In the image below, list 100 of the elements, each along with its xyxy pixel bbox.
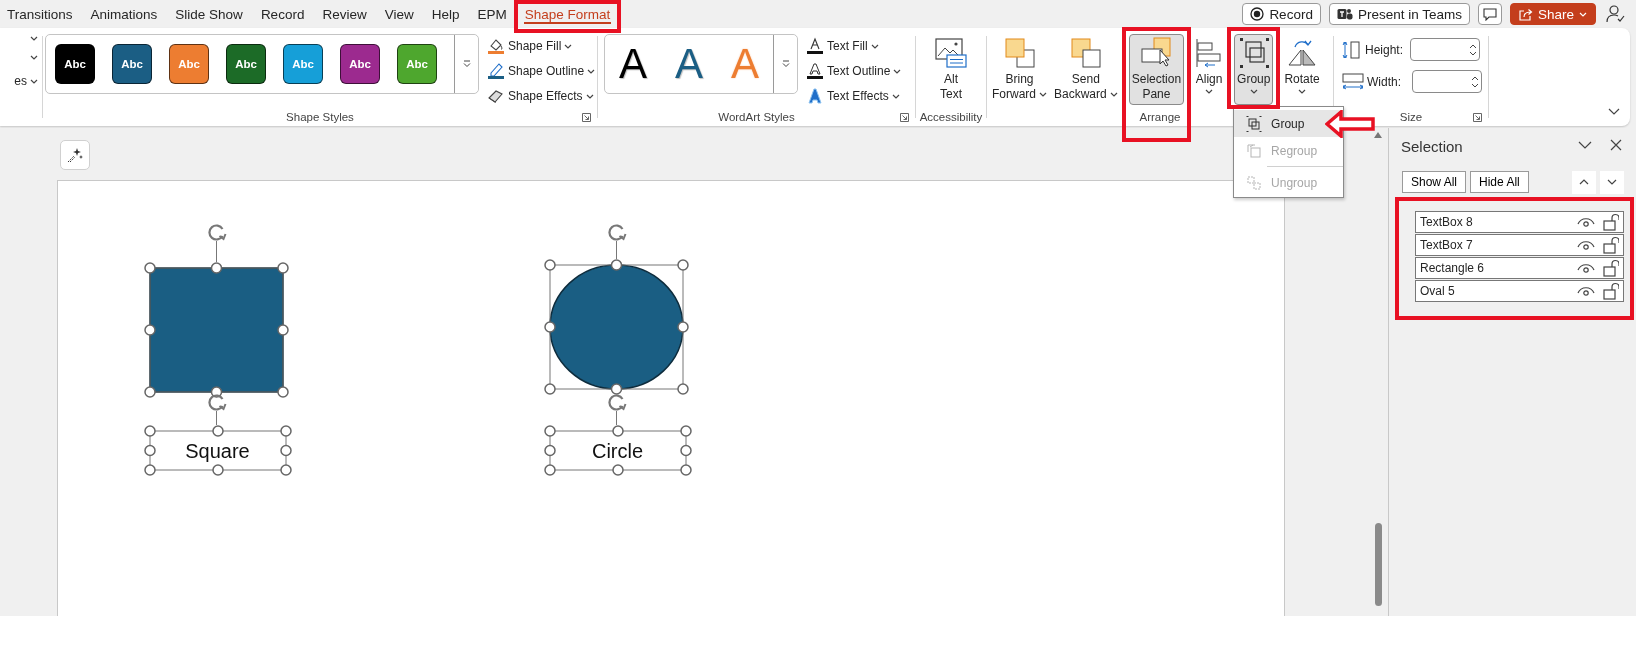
- send-backward-icon: [1069, 37, 1102, 69]
- dialog-launcher-icon: [1473, 112, 1482, 122]
- caret-icon: [30, 55, 38, 60]
- paint-bucket-icon: [487, 37, 505, 55]
- align-icon: [1195, 37, 1224, 69]
- caret-icon: [585, 93, 594, 99]
- bring-forward-button[interactable]: Bring Forward: [989, 34, 1050, 105]
- dialog-launcher-icon: [900, 112, 909, 122]
- comments-button[interactable]: [1477, 3, 1502, 25]
- caret-icon: [1205, 89, 1214, 95]
- show-all-button[interactable]: Show All: [1402, 171, 1467, 193]
- people-icon: [1336, 7, 1353, 21]
- wordart-preset[interactable]: A: [605, 39, 661, 89]
- text-fill-button[interactable]: Text Fill: [804, 35, 904, 57]
- text-effects-icon: [806, 87, 824, 105]
- expand-icon: [462, 60, 471, 68]
- selection-pane-button[interactable]: Selection Pane: [1128, 34, 1185, 105]
- caret-icon: [1298, 89, 1307, 95]
- ribbon-tab[interactable]: Transitions: [0, 0, 82, 28]
- hide-all-button[interactable]: Hide All: [1470, 171, 1529, 193]
- send-backward-button[interactable]: Send Backward: [1051, 34, 1121, 105]
- shape-effects-button[interactable]: Shape Effects: [485, 85, 598, 107]
- ribbon-tab[interactable]: View: [375, 0, 423, 28]
- text-effects-button[interactable]: Text Effects: [804, 85, 904, 107]
- selection-item[interactable]: Oval 5: [1415, 280, 1624, 302]
- group-label: Accessibility: [919, 111, 983, 123]
- unlocked-icon: [1603, 236, 1619, 254]
- group-label: WordArt Styles: [718, 111, 795, 123]
- rotate-handle[interactable]: [208, 394, 227, 426]
- shape-style-preset[interactable]: Abc: [226, 44, 266, 84]
- close-button[interactable]: [1610, 139, 1622, 151]
- unlocked-icon: [1603, 282, 1619, 300]
- rotate-button[interactable]: Rotate: [1281, 34, 1323, 105]
- clipped-label: es: [14, 74, 27, 88]
- scroll-up-icon: [1374, 132, 1382, 138]
- ribbon-tab[interactable]: Animations: [81, 0, 167, 28]
- caret-icon: [30, 78, 38, 84]
- caret-icon: [870, 43, 879, 49]
- rotate-handle[interactable]: [608, 224, 627, 260]
- group-label: Arrange: [1139, 111, 1181, 123]
- sparkle-wand-icon: [67, 147, 83, 163]
- chevron-down-icon: [1607, 179, 1617, 185]
- selection-pane-icon: [1140, 37, 1173, 69]
- ribbon-tab[interactable]: Help: [422, 0, 469, 28]
- record-icon: [1250, 7, 1265, 21]
- shape-style-preset[interactable]: Abc: [112, 44, 152, 84]
- share-button[interactable]: Share: [1509, 3, 1596, 25]
- caret-icon: [893, 68, 902, 74]
- ribbon-tab[interactable]: EPM: [468, 0, 516, 28]
- close-icon: [1610, 139, 1622, 151]
- text-outline-button[interactable]: Text Outline: [804, 60, 904, 82]
- height-field[interactable]: [1410, 38, 1480, 61]
- selection-item[interactable]: TextBox 8: [1415, 211, 1624, 233]
- caret-icon: [587, 68, 596, 74]
- selection-item[interactable]: Rectangle 6: [1415, 257, 1624, 279]
- unlocked-icon: [1603, 213, 1619, 231]
- comment-icon: [1482, 7, 1497, 21]
- gallery-more-button[interactable]: [773, 35, 797, 93]
- shape-style-preset[interactable]: Abc: [340, 44, 380, 84]
- height-icon: [1342, 40, 1362, 59]
- person-icon: [1606, 4, 1626, 24]
- scrollbar-thumb[interactable]: [1374, 523, 1382, 606]
- pencil-icon: [487, 62, 505, 80]
- pane-options-button[interactable]: [1578, 141, 1592, 149]
- alt-text-button[interactable]: Alt Text: [931, 34, 971, 105]
- caret-icon: [1249, 89, 1258, 95]
- field-label: Height:: [1365, 42, 1405, 57]
- caret-icon: [30, 36, 38, 41]
- present-in-teams-button[interactable]: Present in Teams: [1328, 3, 1470, 25]
- gallery-more-button[interactable]: [454, 35, 478, 93]
- unlocked-icon: [1603, 259, 1619, 277]
- align-button[interactable]: Align: [1192, 34, 1227, 105]
- group-button[interactable]: Group: [1234, 34, 1274, 105]
- caret-icon: [891, 93, 900, 99]
- record-button[interactable]: Record: [1242, 3, 1321, 25]
- ribbon-tab[interactable]: Record: [251, 0, 314, 28]
- shape-outline-button[interactable]: Shape Outline: [485, 60, 598, 82]
- rotate-handle[interactable]: [208, 224, 227, 263]
- regroup-icon: [1246, 142, 1263, 159]
- selection-item[interactable]: TextBox 7: [1415, 234, 1624, 256]
- ribbon-tab[interactable]: Slide Show: [166, 0, 252, 28]
- width-field[interactable]: [1412, 70, 1482, 93]
- eye-icon: [1577, 216, 1595, 228]
- resize-handles[interactable]: [144, 425, 292, 476]
- bring-forward-icon: [1003, 37, 1036, 69]
- group-icon: [1237, 37, 1270, 69]
- ribbon-tab[interactable]: Review: [313, 0, 376, 28]
- caption-text: Circle: [591, 440, 644, 462]
- caret-icon: [564, 43, 573, 49]
- group-label: Size: [1399, 111, 1423, 123]
- text-outline-icon: [806, 62, 824, 80]
- eye-icon: [1577, 262, 1595, 274]
- resize-handles[interactable]: [544, 425, 692, 476]
- shape-style-preset[interactable]: Abc: [55, 44, 95, 84]
- chevron-down-icon: [1578, 141, 1592, 149]
- spin-icon: [1471, 74, 1479, 89]
- designer-button[interactable]: [60, 140, 90, 170]
- wordart-preset[interactable]: A: [661, 39, 717, 89]
- shape-fill-button[interactable]: Shape Fill: [485, 35, 598, 57]
- rotate-handle[interactable]: [608, 394, 627, 426]
